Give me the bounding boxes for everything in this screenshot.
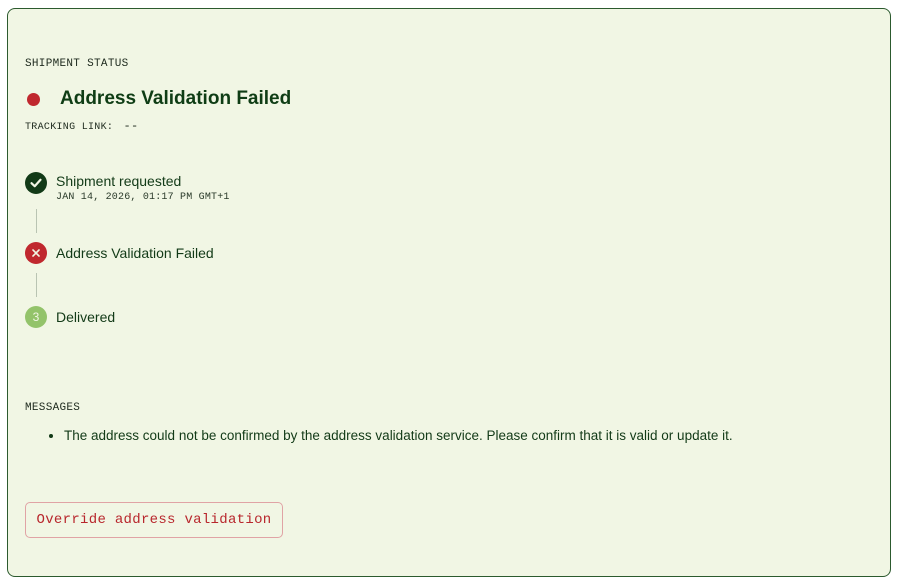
override-address-validation-button[interactable]: Override address validation xyxy=(25,502,283,538)
tracking-link-row: TRACKING LINK: -- xyxy=(25,119,139,133)
check-circle-icon xyxy=(25,172,47,194)
status-title: Address Validation Failed xyxy=(60,88,292,109)
timeline-step-requested: Shipment requested JAN 14, 2026, 01:17 P… xyxy=(25,172,230,203)
shipment-status-heading: SHIPMENT STATUS xyxy=(25,58,129,70)
step-timestamp: JAN 14, 2026, 01:17 PM GMT+1 xyxy=(56,192,230,203)
status-row: Address Validation Failed xyxy=(27,87,291,111)
timeline-connector xyxy=(36,209,37,233)
status-indicator-dot xyxy=(27,92,40,106)
step-label: Delivered xyxy=(56,309,116,325)
timeline-connector xyxy=(36,273,37,297)
shipment-status-card: SHIPMENT STATUS Address Validation Faile… xyxy=(7,8,891,577)
messages-list: The address could not be confirmed by th… xyxy=(48,427,733,445)
x-circle-icon xyxy=(25,242,47,264)
tracking-link-value: -- xyxy=(123,119,139,133)
step-number-badge: 3 xyxy=(25,306,47,328)
timeline-step-address-validation: Address Validation Failed xyxy=(25,242,214,264)
step-label: Address Validation Failed xyxy=(56,245,214,261)
timeline-step-delivered: 3 Delivered xyxy=(25,306,115,328)
tracking-link-label: TRACKING LINK: xyxy=(25,122,114,133)
message-item: The address could not be confirmed by th… xyxy=(64,427,733,445)
messages-heading: MESSAGES xyxy=(25,402,81,414)
step-label: Shipment requested xyxy=(56,173,182,189)
